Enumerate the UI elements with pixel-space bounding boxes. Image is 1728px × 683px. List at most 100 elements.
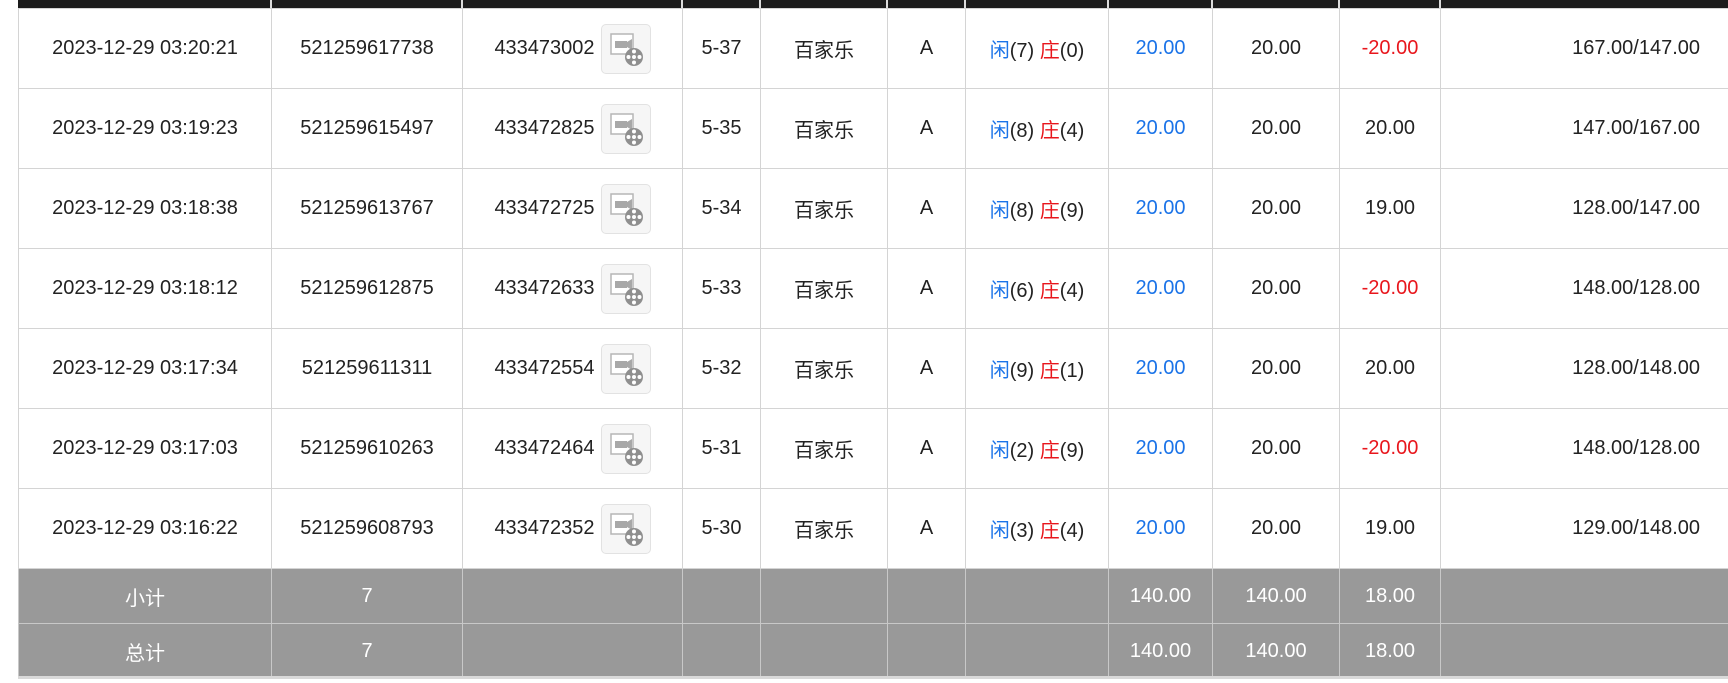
balance-before-after: 128.00/148.00: [1440, 328, 1728, 409]
table-row: 2023-12-29 03:17:34 521259611311 433472554…: [18, 328, 1728, 409]
win-loss-amount: 20.00: [1339, 88, 1441, 169]
balance-before-after: 147.00/167.00: [1440, 88, 1728, 169]
banker-label: 庄: [1039, 200, 1060, 222]
game-result: 闲(9) 庄(1): [965, 328, 1109, 409]
game-number: 433473002: [494, 37, 595, 59]
game-type: 百家乐: [760, 168, 888, 249]
bet-amount: 20.00: [1108, 248, 1213, 329]
table-row: 2023-12-29 03:16:22 521259608793 433472352…: [18, 488, 1728, 569]
round-number: 5-37: [682, 8, 761, 89]
player-points: (3): [1009, 520, 1035, 542]
game-result: 闲(2) 庄(9): [965, 408, 1109, 489]
video-replay-icon[interactable]: [600, 263, 651, 314]
bet-time: 2023-12-29 03:17:34: [18, 328, 272, 409]
game-result: 闲(6) 庄(4): [965, 248, 1109, 329]
order-id: 521259608793: [271, 488, 463, 569]
game-number-cell: 433472633: [462, 248, 683, 329]
table-name: A: [887, 328, 966, 409]
banker-label: 庄: [1039, 520, 1060, 542]
player-points: (8): [1009, 120, 1035, 142]
player-label: 闲: [989, 40, 1010, 62]
bet-time: 2023-12-29 03:19:23: [18, 88, 272, 169]
bet-time: 2023-12-29 03:20:21: [18, 8, 272, 89]
game-number: 433472633: [494, 277, 595, 299]
player-label: 闲: [989, 520, 1010, 542]
game-number: 433472554: [494, 357, 595, 379]
table-name: A: [887, 88, 966, 169]
game-result: 闲(3) 庄(4): [965, 488, 1109, 569]
subtotal-row: 小计 7 140.00 140.00 18.00: [18, 568, 1728, 624]
valid-bet-amount: 20.00: [1212, 328, 1340, 409]
player-points: (9): [1009, 360, 1035, 382]
round-number: 5-30: [682, 488, 761, 569]
game-type: 百家乐: [760, 328, 888, 409]
banker-points: (9): [1059, 440, 1085, 462]
player-label: 闲: [989, 280, 1010, 302]
video-replay-icon[interactable]: [600, 343, 651, 394]
banker-points: (0): [1059, 40, 1085, 62]
total-count: 7: [271, 623, 463, 679]
total-win: 18.00: [1339, 623, 1441, 679]
valid-bet-amount: 20.00: [1212, 248, 1340, 329]
table-row: 2023-12-29 03:20:21 521259617738 433473002…: [18, 8, 1728, 89]
game-number-cell: 433472352: [462, 488, 683, 569]
order-id: 521259610263: [271, 408, 463, 489]
win-loss-amount: 19.00: [1339, 488, 1441, 569]
order-id: 521259617738: [271, 8, 463, 89]
subtotal-valid-bet: 140.00: [1212, 568, 1340, 624]
game-type: 百家乐: [760, 88, 888, 169]
bet-amount: 20.00: [1108, 408, 1213, 489]
banker-points: (4): [1059, 120, 1085, 142]
round-number: 5-33: [682, 248, 761, 329]
player-points: (7): [1009, 40, 1035, 62]
game-result: 闲(7) 庄(0): [965, 8, 1109, 89]
player-label: 闲: [989, 360, 1010, 382]
balance-before-after: 129.00/148.00: [1440, 488, 1728, 569]
video-replay-icon[interactable]: [600, 183, 651, 234]
game-number: 433472725: [494, 197, 595, 219]
bet-amount: 20.00: [1108, 328, 1213, 409]
video-replay-icon[interactable]: [600, 103, 651, 154]
player-points: (8): [1009, 200, 1035, 222]
game-type: 百家乐: [760, 8, 888, 89]
subtotal-count: 7: [271, 568, 463, 624]
bet-amount: 20.00: [1108, 88, 1213, 169]
round-number: 5-35: [682, 88, 761, 169]
total-row: 总计 7 140.00 140.00 18.00: [18, 623, 1728, 679]
game-type: 百家乐: [760, 488, 888, 569]
player-label: 闲: [989, 200, 1010, 222]
video-replay-icon[interactable]: [600, 423, 651, 474]
table-name: A: [887, 408, 966, 489]
game-number: 433472352: [494, 517, 595, 539]
win-loss-amount: 19.00: [1339, 168, 1441, 249]
order-id: 521259615497: [271, 88, 463, 169]
win-loss-amount: 20.00: [1339, 328, 1441, 409]
total-valid-bet: 140.00: [1212, 623, 1340, 679]
banker-points: (4): [1059, 520, 1085, 542]
bet-time: 2023-12-29 03:17:03: [18, 408, 272, 489]
bet-amount: 20.00: [1108, 488, 1213, 569]
balance-before-after: 128.00/147.00: [1440, 168, 1728, 249]
game-type: 百家乐: [760, 408, 888, 489]
bet-amount: 20.00: [1108, 8, 1213, 89]
order-id: 521259612875: [271, 248, 463, 329]
win-loss-amount: -20.00: [1339, 248, 1441, 329]
game-number-cell: 433472554: [462, 328, 683, 409]
valid-bet-amount: 20.00: [1212, 88, 1340, 169]
game-number-cell: 433472825: [462, 88, 683, 169]
game-result: 闲(8) 庄(4): [965, 88, 1109, 169]
balance-before-after: 148.00/128.00: [1440, 408, 1728, 489]
video-replay-icon[interactable]: [600, 23, 651, 74]
player-label: 闲: [989, 120, 1010, 142]
round-number: 5-31: [682, 408, 761, 489]
bet-amount: 20.00: [1108, 168, 1213, 249]
game-result: 闲(8) 庄(9): [965, 168, 1109, 249]
balance-before-after: 148.00/128.00: [1440, 248, 1728, 329]
player-label: 闲: [989, 440, 1010, 462]
table-name: A: [887, 8, 966, 89]
game-number-cell: 433472725: [462, 168, 683, 249]
video-replay-icon[interactable]: [600, 503, 651, 554]
game-number-cell: 433472464: [462, 408, 683, 489]
order-id: 521259611311: [271, 328, 463, 409]
subtotal-bet: 140.00: [1108, 568, 1213, 624]
